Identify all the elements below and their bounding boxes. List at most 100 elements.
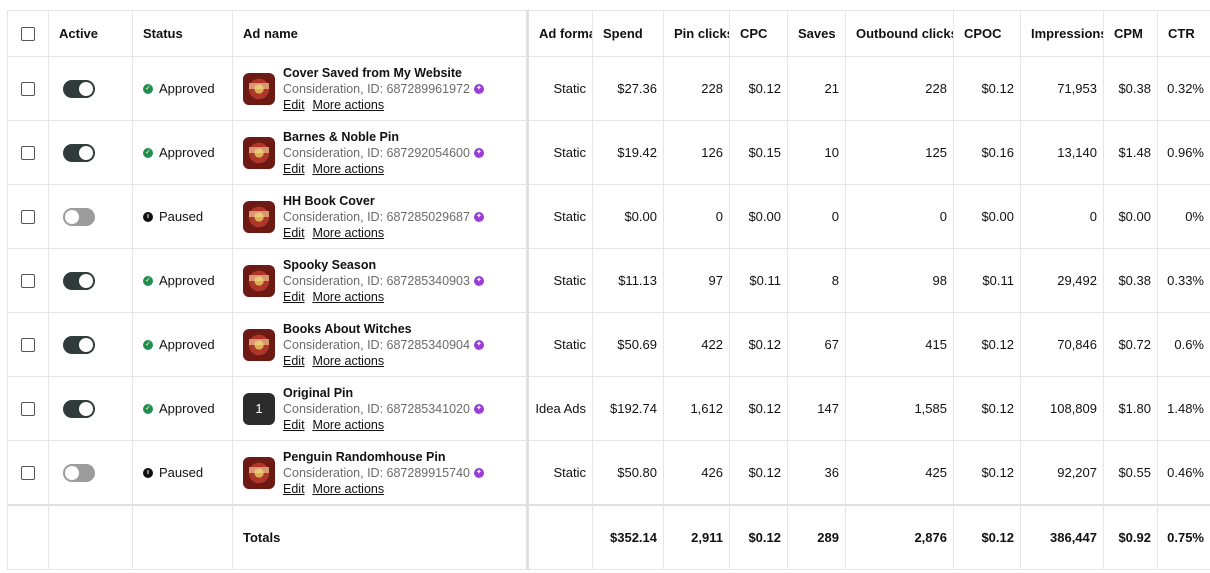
promoted-badge-icon: ✦ <box>473 403 484 414</box>
row-checkbox[interactable] <box>21 337 35 352</box>
status-cell: ✓ Approved <box>132 312 233 377</box>
ad-title: Cover Saved from My Website <box>283 65 462 80</box>
pin-clicks-cell: 426 <box>663 440 730 506</box>
row-checkbox[interactable] <box>21 465 35 480</box>
edit-link[interactable]: Edit <box>283 289 305 305</box>
row-checkbox[interactable] <box>21 273 35 288</box>
select-all-checkbox[interactable] <box>21 26 35 41</box>
impressions-cell: 13,140 <box>1020 120 1104 185</box>
active-toggle[interactable] <box>63 335 95 354</box>
check-circle-icon: ✓ <box>143 403 153 414</box>
ctr-cell: 0.46% <box>1157 440 1210 506</box>
status-label: Paused <box>159 209 204 224</box>
edit-link[interactable]: Edit <box>283 353 305 369</box>
column-header-status[interactable]: Status <box>132 10 233 57</box>
row-checkbox[interactable] <box>21 209 35 224</box>
ctr-cell: 1.48% <box>1157 376 1210 441</box>
active-toggle[interactable] <box>63 143 95 162</box>
totals-cpm: $0.92 <box>1103 504 1158 570</box>
column-header-ad-format[interactable]: Ad format <box>527 10 593 57</box>
status: ✓ Approved <box>139 401 226 416</box>
ad-format-cell: Static <box>527 184 593 249</box>
ad-thumbnail[interactable] <box>243 328 275 361</box>
active-toggle[interactable] <box>63 207 95 226</box>
ad-links: Edit More actions <box>283 225 484 241</box>
column-header-pin-clicks[interactable]: Pin clicks <box>663 10 730 57</box>
cpc-cell: $0.11 <box>729 248 788 313</box>
row-checkbox[interactable] <box>21 81 35 96</box>
ad-thumbnail[interactable] <box>243 200 275 233</box>
row-checkbox[interactable] <box>21 145 35 160</box>
status: ✓ Approved <box>139 145 226 160</box>
cpc-cell: $0.12 <box>729 312 788 377</box>
column-header-impressions[interactable]: Impressions <box>1020 10 1104 57</box>
column-header-ctr[interactable]: CTR <box>1157 10 1210 57</box>
promoted-badge-icon: ✦ <box>473 275 484 286</box>
status-cell: ✓ Approved <box>132 248 233 313</box>
column-header-cpoc[interactable]: CPOC <box>953 10 1021 57</box>
edit-link[interactable]: Edit <box>283 97 305 113</box>
column-header-outbound-clicks[interactable]: Outbound clicks <box>845 10 954 57</box>
ad-subtitle: Consideration, ID: 687285340903 ✦ <box>283 273 484 289</box>
more-actions-link[interactable]: More actions <box>313 481 385 497</box>
column-header-ad-name[interactable]: Ad name <box>232 10 529 57</box>
ads-table: Active Status Ad name Ad format Spend Pi… <box>7 10 1210 570</box>
more-actions-link[interactable]: More actions <box>313 417 385 433</box>
edit-link[interactable]: Edit <box>283 225 305 241</box>
edit-link[interactable]: Edit <box>283 417 305 433</box>
active-toggle[interactable] <box>63 399 95 418</box>
ad-title: Books About Witches <box>283 321 412 336</box>
status: ✓ Approved <box>139 337 226 352</box>
active-toggle[interactable] <box>63 271 95 290</box>
column-header-cpc[interactable]: CPC <box>729 10 788 57</box>
cpm-cell: $0.55 <box>1103 440 1158 506</box>
ad-links: Edit More actions <box>283 97 484 113</box>
row-checkbox[interactable] <box>21 401 35 416</box>
active-cell <box>48 312 133 377</box>
table-row: ✓ Approved Barnes & Noble Pin Considerat… <box>7 120 1210 185</box>
more-actions-link[interactable]: More actions <box>313 161 385 177</box>
ad-name-cell: 1 Original Pin Consideration, ID: 687285… <box>232 376 529 441</box>
column-header-active[interactable]: Active <box>48 10 133 57</box>
status-cell: II Paused <box>132 184 233 249</box>
ad-thumbnail[interactable] <box>243 72 275 105</box>
active-toggle[interactable] <box>63 79 95 98</box>
check-circle-icon: ✓ <box>143 147 153 158</box>
pin-clicks-cell: 0 <box>663 184 730 249</box>
ad-thumbnail[interactable] <box>243 264 275 297</box>
cpm-cell: $0.00 <box>1103 184 1158 249</box>
ad-thumbnail[interactable] <box>243 456 275 489</box>
column-header-spend[interactable]: Spend <box>592 10 664 57</box>
row-select-cell <box>7 312 49 377</box>
table-row: II Paused Penguin Randomhouse Pin Consid… <box>7 440 1210 506</box>
outbound-clicks-cell: 0 <box>845 184 954 249</box>
ad-text: Penguin Randomhouse Pin Consideration, I… <box>283 449 484 497</box>
spend-cell: $50.69 <box>592 312 664 377</box>
more-actions-link[interactable]: More actions <box>313 353 385 369</box>
status-label: Approved <box>159 337 215 352</box>
ad-name-cell: Penguin Randomhouse Pin Consideration, I… <box>232 440 529 506</box>
edit-link[interactable]: Edit <box>283 481 305 497</box>
cpoc-cell: $0.11 <box>953 248 1021 313</box>
ad-thumbnail[interactable]: 1 <box>243 392 275 425</box>
active-toggle[interactable] <box>63 463 95 482</box>
ad-thumbnail[interactable] <box>243 136 275 169</box>
outbound-clicks-cell: 228 <box>845 56 954 121</box>
saves-cell: 36 <box>787 440 846 506</box>
promoted-badge-icon: ✦ <box>473 83 484 94</box>
check-circle-icon: ✓ <box>143 339 153 350</box>
ad-links: Edit More actions <box>283 417 484 433</box>
ad-name-cell: Spooky Season Consideration, ID: 6872853… <box>232 248 529 313</box>
ads-table-container: Active Status Ad name Ad format Spend Pi… <box>7 10 1210 573</box>
more-actions-link[interactable]: More actions <box>313 289 385 305</box>
more-actions-link[interactable]: More actions <box>313 97 385 113</box>
select-all-cell <box>7 10 49 57</box>
status: II Paused <box>139 465 226 480</box>
row-select-cell <box>7 376 49 441</box>
more-actions-link[interactable]: More actions <box>313 225 385 241</box>
ad-id-text: Consideration, ID: 687292054600 <box>283 145 470 160</box>
edit-link[interactable]: Edit <box>283 161 305 177</box>
column-header-saves[interactable]: Saves <box>787 10 846 57</box>
column-header-cpm[interactable]: CPM <box>1103 10 1158 57</box>
totals-empty-cell <box>48 504 133 570</box>
